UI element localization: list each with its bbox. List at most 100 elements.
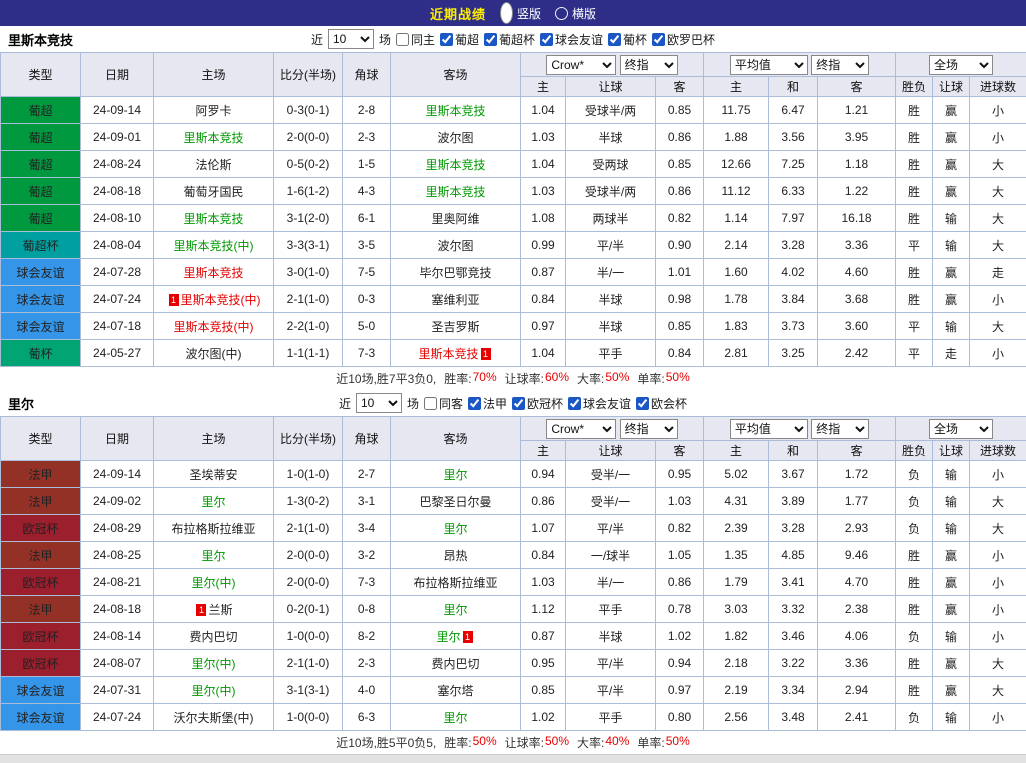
result-goals: 大 [970, 178, 1026, 205]
team-name[interactable]: 里斯本竞技 [418, 347, 478, 361]
result-outcome: 胜 [896, 151, 933, 178]
team-name[interactable]: 巴黎圣日尔曼 [419, 495, 491, 509]
col-header-date: 日期 [81, 53, 154, 97]
filter-checkbox-league-3[interactable] [540, 33, 553, 46]
team-name[interactable]: 布拉格斯拉维亚 [171, 522, 255, 536]
team-name[interactable]: 塞维利亚 [431, 293, 479, 307]
scope-select[interactable]: 全场 [929, 55, 993, 75]
filter-same-venue[interactable]: 同主 [396, 31, 435, 48]
filter-checkbox-same-venue[interactable] [424, 397, 437, 410]
scope-select[interactable]: 全场 [929, 419, 993, 439]
team-name[interactable]: 里尔(中) [192, 657, 236, 671]
team-name[interactable]: 圣埃蒂安 [189, 468, 237, 482]
team-name[interactable]: 里奥阿维 [431, 212, 479, 226]
team-name[interactable]: 毕尔巴鄂竞技 [419, 266, 491, 280]
filter-league-2[interactable]: 葡超杯 [484, 31, 535, 48]
asia-home-odds: 0.99 [521, 232, 566, 259]
filter-checkbox-league-4[interactable] [636, 397, 649, 410]
euro-away-odds: 3.36 [818, 232, 896, 259]
filter-league-5[interactable]: 欧罗巴杯 [652, 31, 715, 48]
away-team-cell: 塞维利亚 [391, 286, 521, 313]
euro-avg-select[interactable]: 平均值 [730, 419, 808, 439]
col-header-corner: 角球 [343, 417, 391, 461]
team-name[interactable]: 里斯本竞技(中) [174, 239, 254, 253]
team-name[interactable]: 里斯本竞技 [425, 104, 485, 118]
team-name[interactable]: 波尔图(中) [186, 347, 242, 361]
filter-league-3[interactable]: 球会友谊 [568, 395, 631, 412]
team-name[interactable]: 圣吉罗斯 [431, 320, 479, 334]
euro-away-odds: 4.06 [818, 623, 896, 650]
team-name[interactable]: 里尔 [201, 549, 225, 563]
team-name[interactable]: 昂热 [443, 549, 467, 563]
recent-count-select[interactable]: 10 [356, 393, 402, 413]
filter-league-4[interactable]: 欧会杯 [636, 395, 687, 412]
team-name[interactable]: 费内巴切 [189, 630, 237, 644]
layout-radio-vertical[interactable]: 竖版 [500, 2, 541, 24]
filter-same-venue[interactable]: 同客 [424, 395, 463, 412]
team-name[interactable]: 里斯本竞技 [183, 131, 243, 145]
filter-league-3[interactable]: 球会友谊 [540, 31, 603, 48]
team-name[interactable]: 里斯本竞技 [183, 212, 243, 226]
filter-league-1[interactable]: 葡超 [440, 31, 479, 48]
team-name[interactable]: 里尔 [443, 522, 467, 536]
team-name[interactable]: 法伦斯 [195, 158, 231, 172]
bookmaker-select[interactable]: Crow* [546, 419, 616, 439]
recent-count-select[interactable]: 10 [328, 29, 374, 49]
asia-handicap: 半球 [566, 286, 656, 313]
corner-score: 5-0 [343, 313, 391, 340]
layout-radio-horizontal[interactable]: 横版 [555, 5, 596, 22]
filter-league-1[interactable]: 法甲 [468, 395, 507, 412]
team-name[interactable]: 波尔图 [437, 131, 473, 145]
team-name[interactable]: 沃尔夫斯堡(中) [174, 711, 254, 725]
filter-checkbox-league-5[interactable] [652, 33, 665, 46]
team-name[interactable]: 兰斯 [208, 603, 232, 617]
league-badge: 球会友谊 [1, 704, 81, 731]
filter-checkbox-league-1[interactable] [440, 33, 453, 46]
filter-checkbox-league-2[interactable] [512, 397, 525, 410]
team-name[interactable]: 里尔(中) [192, 684, 236, 698]
asia-index-select[interactable]: 终指 [620, 55, 678, 75]
league-badge: 欧冠杯 [1, 623, 81, 650]
league-badge: 球会友谊 [1, 259, 81, 286]
match-score: 2-0(0-0) [274, 542, 343, 569]
team-name[interactable]: 里尔 [443, 603, 467, 617]
team-name[interactable]: 阿罗卡 [195, 104, 231, 118]
bookmaker-select[interactable]: Crow* [546, 55, 616, 75]
team-name[interactable]: 波尔图 [437, 239, 473, 253]
team-name[interactable]: 费内巴切 [431, 657, 479, 671]
col-header-asia-handicap: 让球 [566, 441, 656, 461]
filter-checkbox-league-4[interactable] [608, 33, 621, 46]
team-name[interactable]: 里尔 [443, 468, 467, 482]
team-name[interactable]: 里尔(中) [192, 576, 236, 590]
asia-index-select[interactable]: 终指 [620, 419, 678, 439]
team-name[interactable]: 里斯本竞技 [183, 266, 243, 280]
filter-league-4[interactable]: 葡杯 [608, 31, 647, 48]
team-name[interactable]: 里斯本竞技 [425, 185, 485, 199]
asia-away-odds: 0.86 [656, 178, 704, 205]
euro-index-select[interactable]: 终指 [811, 419, 869, 439]
team-name[interactable]: 里尔 [436, 630, 460, 644]
team-name[interactable]: 里尔 [201, 495, 225, 509]
team-name[interactable]: 里斯本竞技(中) [174, 320, 254, 334]
match-row: 葡超杯24-08-04里斯本竞技(中)3-3(3-1)3-5波尔图0.99平/半… [1, 232, 1026, 259]
euro-away-odds: 1.21 [818, 97, 896, 124]
filter-checkbox-league-1[interactable] [468, 397, 481, 410]
filter-checkbox-same-venue[interactable] [396, 33, 409, 46]
euro-home-odds: 1.82 [704, 623, 769, 650]
result-handicap: 赢 [933, 124, 970, 151]
result-outcome: 胜 [896, 178, 933, 205]
filter-league-2[interactable]: 欧冠杯 [512, 395, 563, 412]
team-name[interactable]: 葡萄牙国民 [183, 185, 243, 199]
team-name[interactable]: 里尔 [443, 711, 467, 725]
result-goals: 小 [970, 340, 1026, 367]
team-name[interactable]: 布拉格斯拉维亚 [413, 576, 497, 590]
team-name[interactable]: 里斯本竞技 [425, 158, 485, 172]
filter-checkbox-league-2[interactable] [484, 33, 497, 46]
team-name[interactable]: 里斯本竞技(中) [181, 293, 261, 307]
filter-checkbox-league-3[interactable] [568, 397, 581, 410]
euro-avg-select[interactable]: 平均值 [730, 55, 808, 75]
euro-index-select[interactable]: 终指 [811, 55, 869, 75]
team-name[interactable]: 塞尔塔 [437, 684, 473, 698]
page-title: 近期战绩 [430, 4, 486, 23]
asia-odds-header: Crow* 终指 [521, 53, 704, 77]
